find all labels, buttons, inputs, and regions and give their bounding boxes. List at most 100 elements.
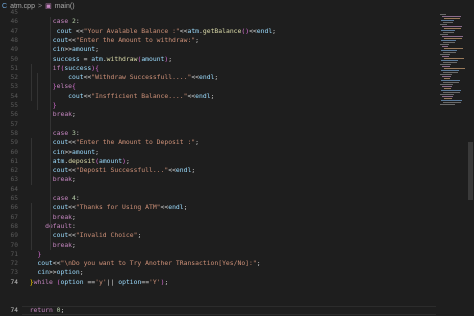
- code-token: ;: [183, 203, 188, 212]
- code-line[interactable]: }: [22, 250, 41, 259]
- code-token: ;: [168, 54, 173, 63]
- code-line[interactable]: cout <<"Your Avalable Balance :"<<atm.ge…: [22, 27, 276, 36]
- code-token: cin: [52, 147, 65, 156]
- code-token: while: [33, 277, 57, 286]
- minimap-line: [444, 28, 461, 29]
- code-line[interactable]: cout<<"Deposti Successfull..."<<endl;: [22, 166, 195, 175]
- code-token: "Insfficient Balance....": [91, 91, 188, 100]
- code-token: cout: [52, 231, 69, 240]
- minimap-line: [444, 68, 465, 69]
- vertical-scrollbar[interactable]: [466, 12, 474, 316]
- code-line[interactable]: }: [22, 101, 57, 110]
- code-token: ;: [256, 259, 261, 268]
- code-token: ;: [210, 91, 215, 100]
- minimap-line: [440, 64, 451, 65]
- code-token: "Thanks for Using ATM": [75, 203, 161, 212]
- code-line[interactable]: cout<<"Thanks for Using ATM"<<endl;: [22, 203, 188, 212]
- code-line[interactable]: cout<<"\nDo you want to Try Another TRan…: [22, 259, 261, 268]
- function-symbol-icon: ▣: [45, 3, 52, 10]
- breadcrumb-separator: >: [37, 2, 43, 10]
- code-token: else: [56, 82, 73, 91]
- minimap-line: [444, 78, 450, 79]
- code-line[interactable]: }while (option =='y'|| option=='Y');: [22, 277, 169, 287]
- minimap-line: [442, 56, 449, 57]
- code-line[interactable]: cout<<"Withdraw Successfull...."<<endl;: [22, 73, 218, 82]
- code-text-area[interactable]: case 2: cout <<"Your Avalable Balance :"…: [22, 12, 436, 316]
- minimap-line: [441, 60, 458, 61]
- code-token: getBalance: [202, 26, 242, 35]
- code-token: ;: [79, 268, 84, 277]
- code-token: ;: [195, 138, 200, 147]
- code-token: {: [72, 82, 76, 91]
- minimap-line: [441, 70, 459, 71]
- line-number: 54: [10, 92, 18, 100]
- code-token: ;: [195, 35, 200, 44]
- code-token: ;: [60, 305, 65, 314]
- minimap[interactable]: [436, 12, 466, 316]
- code-line[interactable]: cout<<"Invalid Choice";: [22, 231, 142, 240]
- code-token: ;: [72, 240, 76, 249]
- code-token: cout: [52, 138, 69, 147]
- minimap-line: [441, 80, 460, 81]
- minimap-line: [443, 92, 460, 93]
- indent-guide: [31, 138, 32, 185]
- code-token: >>: [64, 147, 73, 156]
- code-line[interactable]: cout<<"Enter the Amount to Deposit :";: [22, 138, 199, 147]
- code-line[interactable]: atm.deposit(amount);: [22, 157, 130, 166]
- minimap-line: [443, 32, 454, 33]
- minimap-line: [440, 34, 448, 35]
- code-token: cout: [68, 91, 84, 100]
- code-editor[interactable]: C atm.cpp > ▣ main() 45 46 47 48 49 50 51 52 53 5…: [0, 0, 474, 316]
- code-token: break: [52, 110, 73, 119]
- code-token: atm: [91, 54, 103, 63]
- code-line[interactable]: cin>>option;: [22, 268, 84, 277]
- code-token: amount: [72, 45, 96, 54]
- code-token: ==: [141, 277, 150, 286]
- code-token: ||: [106, 277, 119, 286]
- code-line[interactable]: cin>>amount;: [22, 148, 99, 157]
- code-token: option: [60, 277, 88, 286]
- code-token: {: [95, 63, 99, 72]
- minimap-line: [443, 52, 456, 53]
- code-line[interactable]: cin>>amount;: [22, 45, 99, 54]
- code-line[interactable]: break;: [22, 110, 76, 119]
- code-token: ;: [164, 277, 169, 286]
- line-number: 74: [10, 278, 18, 286]
- minimap-line: [443, 82, 459, 83]
- scrollbar-thumb[interactable]: [468, 142, 473, 200]
- code-token: "Enter the Amount to Deposit :": [75, 138, 196, 147]
- minimap-line: [442, 36, 463, 37]
- code-token: cout: [52, 203, 69, 212]
- code-token: case: [52, 17, 73, 26]
- code-token: <<: [249, 26, 257, 35]
- code-line[interactable]: if(success){: [22, 64, 99, 73]
- code-line[interactable]: cout<<"Enter the Amount to withdraw:";: [22, 36, 199, 45]
- code-line[interactable]: success = atm.withdraw(amount);: [22, 55, 172, 64]
- code-token: break: [52, 240, 73, 249]
- line-number: 62: [10, 167, 18, 175]
- minimap-line: [441, 20, 454, 21]
- code-line[interactable]: return 0;: [22, 305, 65, 315]
- minimap-line: [440, 104, 455, 105]
- code-token: break: [52, 175, 73, 184]
- line-number: 56: [10, 111, 18, 119]
- code-token: <<: [191, 73, 200, 82]
- minimap-line: [444, 48, 463, 49]
- code-token: break: [52, 212, 73, 221]
- line-number: 59: [10, 139, 18, 147]
- breadcrumb-symbol[interactable]: main(): [55, 3, 75, 10]
- minimap-line: [440, 24, 447, 25]
- code-token: "\nDo you want to Try Another TRansactio…: [60, 259, 257, 268]
